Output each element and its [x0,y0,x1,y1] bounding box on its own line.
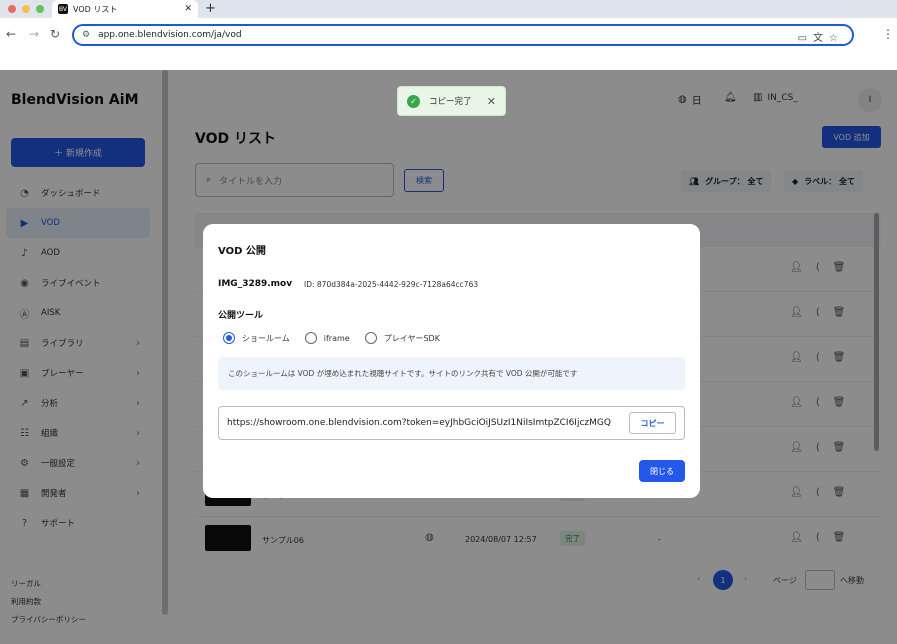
radio-button[interactable] [364,332,377,344]
cast-icon[interactable]: ▭ [798,33,813,44]
publish-tool-options: ショールーム iframe プレイヤーSDK [223,332,455,344]
radio-button[interactable] [223,332,235,344]
toast: ✓ コピー完了 ✕ [397,86,506,116]
browser-toolbar: ← → ↻ ⚙ app.one.blendvision.com/ja/vod ▭… [0,18,897,52]
info-text: このショールームは VOD が埋め込まれた視聴サイトです。サイトのリンク共有で … [228,369,578,378]
radio-label: プレイヤーSDK [383,333,440,343]
close-window-button[interactable] [8,5,16,13]
forward-icon[interactable]: → [29,27,39,41]
tab-close-icon[interactable]: ✕ [184,4,192,14]
browser-menu-icon[interactable]: ⋮ [882,27,894,41]
new-tab-icon[interactable]: + [205,1,216,16]
file-id: ID: 870d384a-2025-4442-929c-7128a64cc763 [304,280,479,289]
url-text: app.one.blendvision.com/ja/vod [98,30,242,40]
file-name: IMG_3289.mov [218,279,293,289]
omnibox-actions: ▭文☆ [798,29,844,44]
radio-label: iframe [323,333,350,343]
radio-label: ショールーム [242,333,290,343]
tab-title: VOD リスト [73,4,118,14]
reload-icon[interactable]: ↻ [50,27,60,41]
radio-option[interactable]: プレイヤーSDK [364,332,455,344]
browser-tab[interactable]: BV VOD リスト ✕ [52,0,198,18]
translate-icon[interactable]: 文 [813,33,829,44]
favicon-icon: BV [58,4,68,14]
site-info-icon[interactable]: ⚙ [82,30,90,40]
minimize-window-button[interactable] [22,5,30,13]
copy-button[interactable]: コピー [629,412,676,434]
radio-button[interactable] [304,332,317,344]
share-url-field[interactable]: https://showroom.one.blendvision.com?tok… [218,406,685,440]
radio-option[interactable]: ショールーム [223,332,305,344]
browser-tab-strip: BV VOD リスト ✕ + [0,0,897,18]
back-icon[interactable]: ← [6,27,16,41]
publish-tools-label: 公開ツール [218,311,264,321]
toast-message: コピー完了 [429,97,472,107]
check-circle-icon: ✓ [407,94,420,108]
dialog-title: VOD 公開 [218,246,266,257]
close-button[interactable]: 閉じる [639,460,685,482]
share-url-text: https://showroom.one.blendvision.com?tok… [227,418,611,428]
toast-close-icon[interactable]: ✕ [487,95,496,108]
address-bar[interactable]: ⚙ app.one.blendvision.com/ja/vod ▭文☆ [72,24,854,46]
maximize-window-button[interactable] [36,5,44,13]
bookmark-star-icon[interactable]: ☆ [829,33,844,44]
radio-option[interactable]: iframe [304,332,365,344]
publish-dialog: VOD 公開 IMG_3289.mov ID: 870d384a-2025-44… [203,224,700,498]
info-box: このショールームは VOD が埋め込まれた視聴サイトです。サイトのリンク共有で … [218,357,685,390]
